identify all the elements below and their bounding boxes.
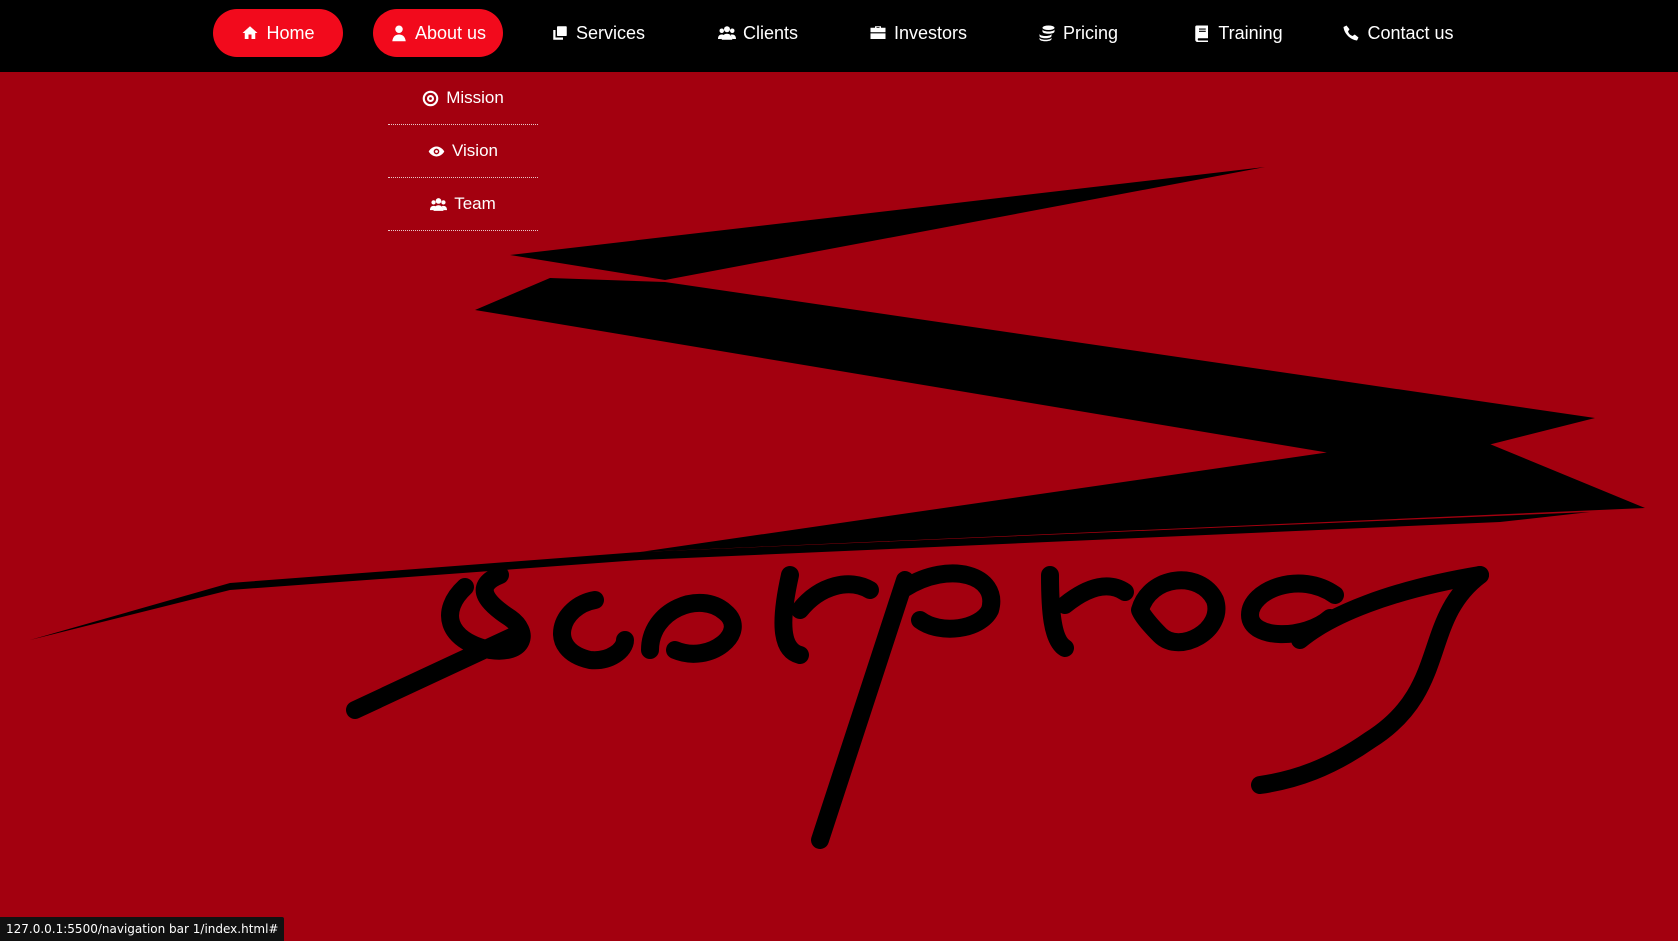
nav-training[interactable]: Training bbox=[1173, 9, 1303, 57]
nav-investors-label: Investors bbox=[893, 22, 968, 43]
nav-training-label: Training bbox=[1218, 22, 1283, 43]
copy-icon bbox=[553, 26, 567, 40]
nav-pricing[interactable]: Pricing bbox=[1013, 9, 1143, 57]
nav-about-us[interactable]: About us bbox=[373, 9, 503, 57]
nav-about-us-label: About us bbox=[414, 22, 487, 43]
briefcase-icon bbox=[870, 26, 886, 39]
nav-contact-us[interactable]: Contact us bbox=[1333, 9, 1463, 57]
top-navigation: Home About us Services Clients Investors… bbox=[0, 0, 1678, 72]
users-icon bbox=[717, 26, 736, 40]
nav-services-label: Services bbox=[575, 22, 646, 43]
home-icon bbox=[242, 26, 258, 39]
book-icon bbox=[1195, 25, 1209, 42]
user-icon bbox=[392, 25, 406, 42]
nav-clients[interactable]: Clients bbox=[693, 9, 823, 57]
nav-services[interactable]: Services bbox=[533, 9, 663, 57]
nav-home-label: Home bbox=[266, 22, 315, 43]
nav-investors[interactable]: Investors bbox=[853, 9, 983, 57]
nav-clients-label: Clients bbox=[742, 22, 799, 43]
coins-icon bbox=[1039, 25, 1055, 42]
nav-contact-us-label: Contact us bbox=[1367, 22, 1454, 43]
scorpion-logo bbox=[30, 167, 1645, 849]
status-bar-url: 127.0.0.1:5500/navigation bar 1/index.ht… bbox=[0, 917, 285, 941]
nav-home[interactable]: Home bbox=[213, 9, 343, 57]
nav-pricing-label: Pricing bbox=[1062, 22, 1119, 43]
phone-icon bbox=[1343, 25, 1359, 41]
